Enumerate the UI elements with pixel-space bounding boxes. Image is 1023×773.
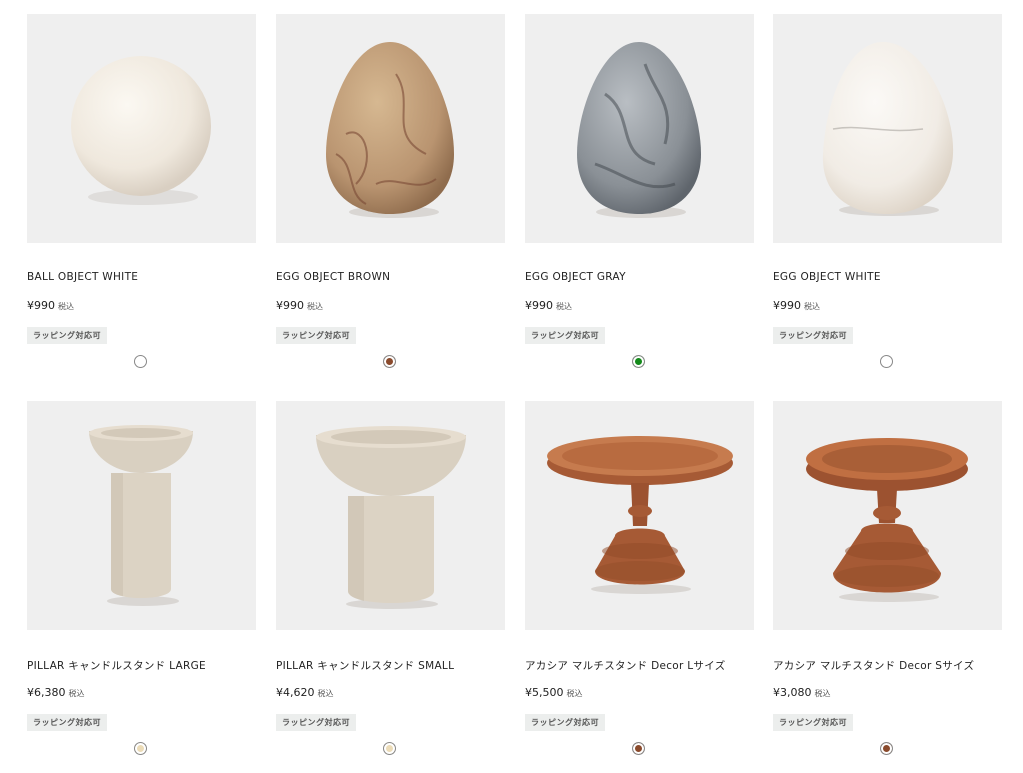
product-price: ¥5,500 [525, 686, 564, 699]
tax-label: 税込 [58, 302, 74, 311]
product-name[interactable]: EGG OBJECT WHITE [773, 271, 881, 283]
egg-white-image[interactable] [773, 14, 1002, 243]
product-name[interactable]: アカシア マルチスタンド Decor Lサイズ [525, 658, 726, 673]
tax-label: 税込 [804, 302, 820, 311]
ball-white-image[interactable] [27, 14, 256, 243]
product-price: ¥990 [525, 299, 553, 312]
pillar-large-image[interactable] [27, 401, 256, 630]
product-card[interactable]: EGG OBJECT BROWN ¥990 税込 ラッピング対応可 [276, 14, 505, 368]
wrapping-badge: ラッピング対応可 [27, 327, 107, 344]
product-price: ¥6,380 [27, 686, 66, 699]
product-price: ¥990 [27, 299, 55, 312]
color-swatch[interactable] [880, 355, 893, 368]
color-swatch[interactable] [383, 742, 396, 755]
product-name[interactable]: EGG OBJECT GRAY [525, 271, 626, 283]
color-swatch[interactable] [632, 355, 645, 368]
tax-label: 税込 [556, 302, 572, 311]
egg-brown-image[interactable] [276, 14, 505, 243]
product-card[interactable]: アカシア マルチスタンド Decor Sサイズ ¥3,080 税込 ラッピング対応… [773, 401, 1002, 755]
wrapping-badge: ラッピング対応可 [773, 714, 853, 731]
product-name[interactable]: EGG OBJECT BROWN [276, 271, 390, 283]
product-card[interactable]: EGG OBJECT WHITE ¥990 税込 ラッピング対応可 [773, 14, 1002, 368]
acacia-stand-large-image[interactable] [525, 401, 754, 630]
color-swatch[interactable] [880, 742, 893, 755]
price-row: ¥990 税込 [525, 294, 572, 313]
product-card[interactable]: PILLAR キャンドルスタンド LARGE ¥6,380 税込 ラッピング対応可 [27, 401, 256, 755]
egg-gray-image[interactable] [525, 14, 754, 243]
color-swatch[interactable] [632, 742, 645, 755]
product-card[interactable]: BALL OBJECT WHITE ¥990 税込 ラッピング対応可 [27, 14, 256, 368]
price-row: ¥3,080 税込 [773, 681, 831, 700]
tax-label: 税込 [566, 689, 583, 698]
wrapping-badge: ラッピング対応可 [276, 327, 356, 344]
product-name[interactable]: PILLAR キャンドルスタンド LARGE [27, 658, 206, 673]
wrapping-badge: ラッピング対応可 [525, 714, 605, 731]
wrapping-badge: ラッピング対応可 [27, 714, 107, 731]
wrapping-badge: ラッピング対応可 [525, 327, 605, 344]
product-name[interactable]: PILLAR キャンドルスタンド SMALL [276, 658, 454, 673]
pillar-small-image[interactable] [276, 401, 505, 630]
price-row: ¥6,380 税込 [27, 681, 85, 700]
price-row: ¥5,500 税込 [525, 681, 583, 700]
product-price: ¥990 [773, 299, 801, 312]
tax-label: 税込 [307, 302, 323, 311]
color-swatch[interactable] [134, 355, 147, 368]
price-row: ¥990 税込 [773, 294, 820, 313]
tax-label: 税込 [814, 689, 831, 698]
product-name[interactable]: BALL OBJECT WHITE [27, 271, 138, 283]
wrapping-badge: ラッピング対応可 [773, 327, 853, 344]
product-grid: BALL OBJECT WHITE ¥990 税込 ラッピング対応可 EGG O… [0, 0, 1023, 773]
product-price: ¥3,080 [773, 686, 812, 699]
product-price: ¥990 [276, 299, 304, 312]
tax-label: 税込 [68, 689, 85, 698]
product-name[interactable]: アカシア マルチスタンド Decor Sサイズ [773, 658, 974, 673]
acacia-stand-small-image[interactable] [773, 401, 1002, 630]
product-card[interactable]: PILLAR キャンドルスタンド SMALL ¥4,620 税込 ラッピング対応可 [276, 401, 505, 755]
price-row: ¥990 税込 [276, 294, 323, 313]
price-row: ¥990 税込 [27, 294, 74, 313]
color-swatch[interactable] [134, 742, 147, 755]
tax-label: 税込 [317, 689, 334, 698]
product-card[interactable]: EGG OBJECT GRAY ¥990 税込 ラッピング対応可 [525, 14, 754, 368]
product-price: ¥4,620 [276, 686, 315, 699]
color-swatch[interactable] [383, 355, 396, 368]
product-card[interactable]: アカシア マルチスタンド Decor Lサイズ ¥5,500 税込 ラッピング対応… [525, 401, 754, 755]
price-row: ¥4,620 税込 [276, 681, 334, 700]
wrapping-badge: ラッピング対応可 [276, 714, 356, 731]
